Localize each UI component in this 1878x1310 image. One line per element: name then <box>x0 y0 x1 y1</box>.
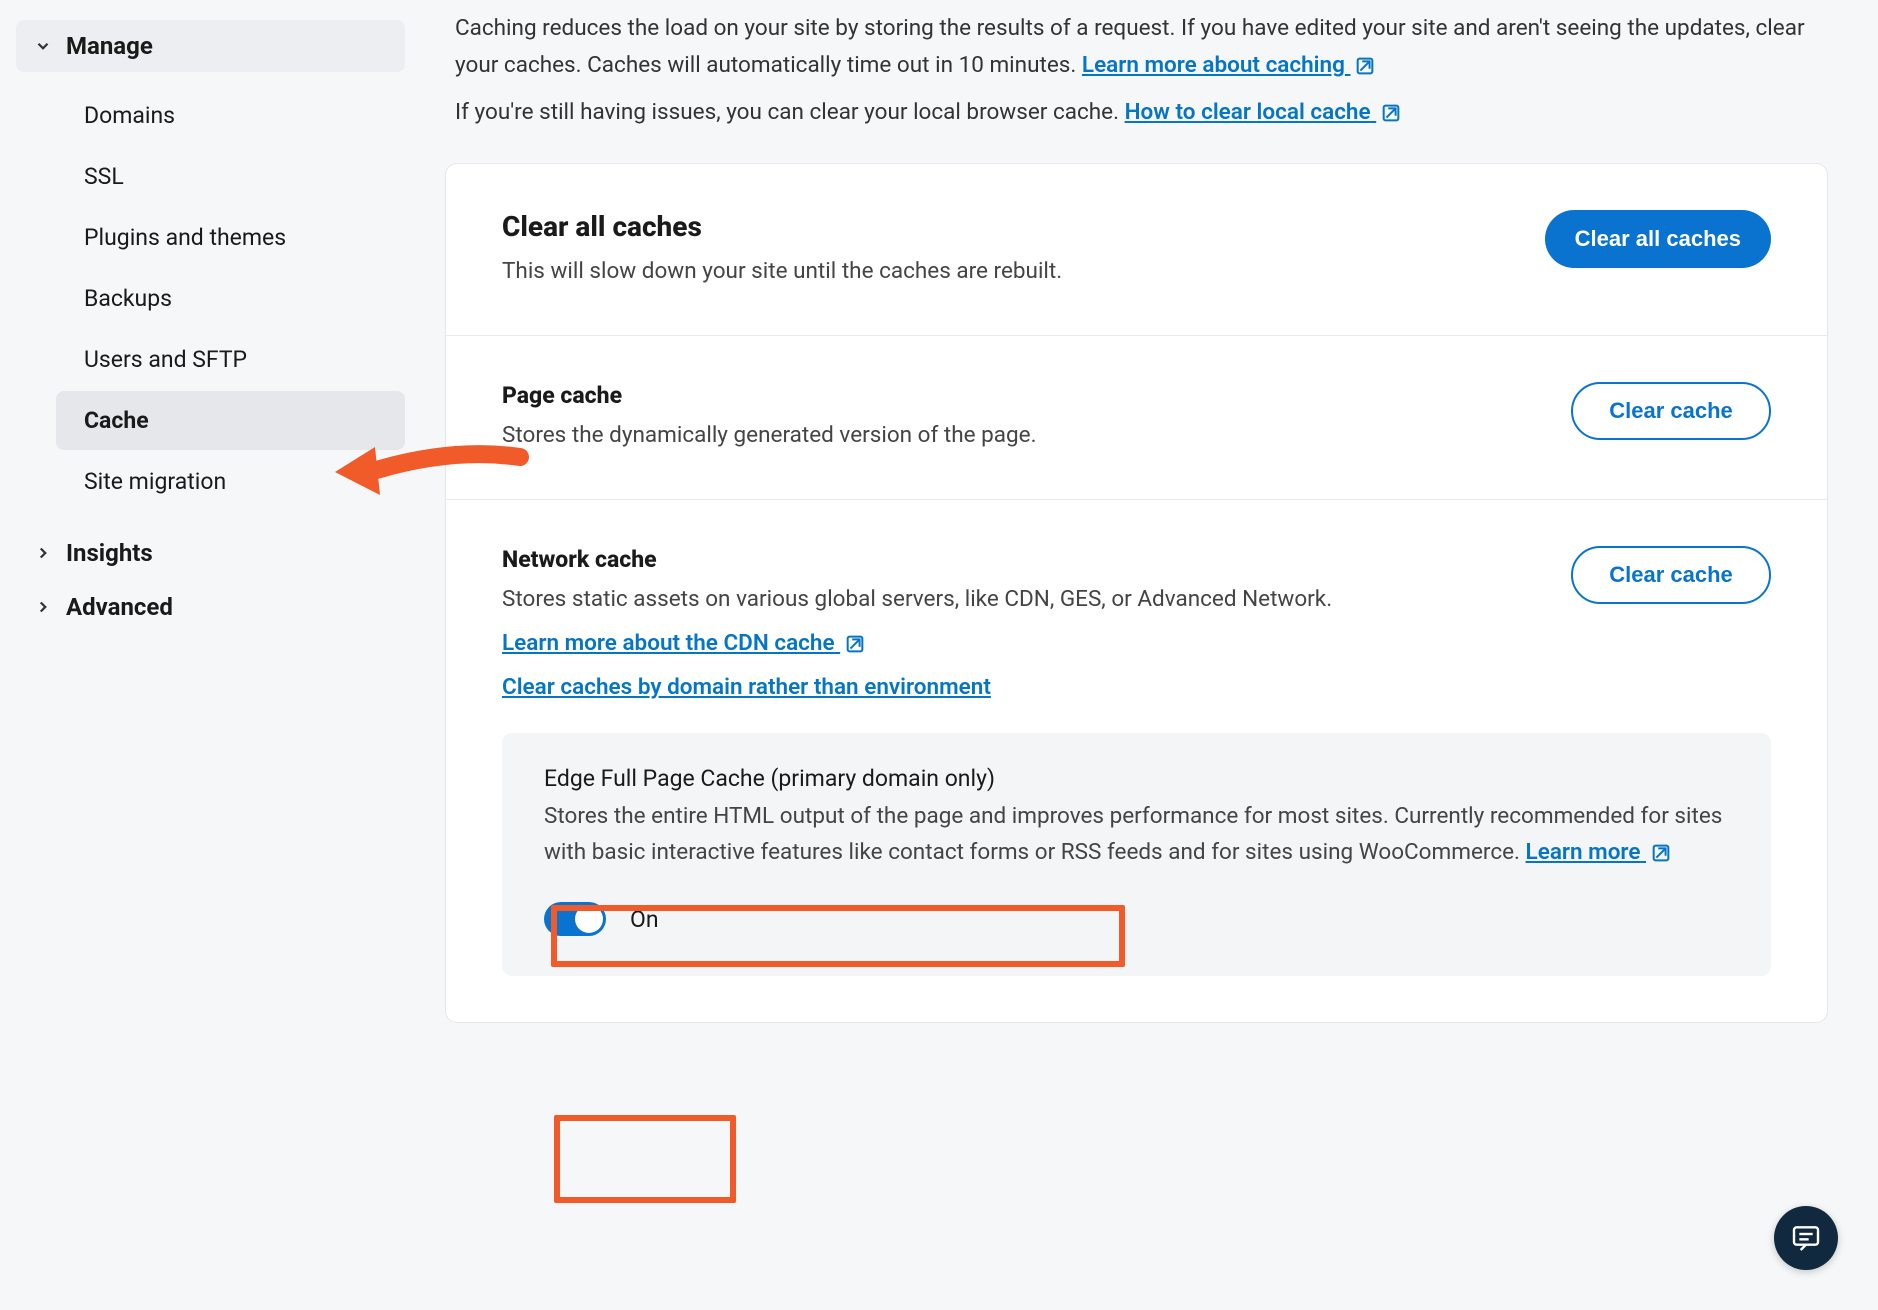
clear-by-domain-link[interactable]: Clear caches by domain rather than envir… <box>502 674 991 700</box>
sidebar-item-domains[interactable]: Domains <box>56 86 405 145</box>
page-cache-heading: Page cache <box>502 382 1531 409</box>
external-link-icon <box>1650 842 1672 864</box>
sidebar-item-migration[interactable]: Site migration <box>56 452 405 511</box>
page-cache-section: Page cache Stores the dynamically genera… <box>446 336 1827 500</box>
sidebar: Manage Domains SSL Plugins and themes Ba… <box>0 0 425 1310</box>
edge-cache-panel: Edge Full Page Cache (primary domain onl… <box>502 733 1771 976</box>
external-link-icon <box>1354 55 1376 77</box>
sidebar-group-manage[interactable]: Manage <box>16 20 405 72</box>
cdn-cache-link[interactable]: Learn more about the CDN cache <box>502 630 866 656</box>
external-link-icon <box>1380 102 1402 124</box>
clear-network-cache-button[interactable]: Clear cache <box>1571 546 1771 604</box>
edge-cache-heading: Edge Full Page Cache (primary domain onl… <box>544 765 1729 792</box>
clear-local-cache-link[interactable]: How to clear local cache <box>1125 99 1403 125</box>
intro-text: Caching reduces the load on your site by… <box>445 0 1828 163</box>
sidebar-item-plugins[interactable]: Plugins and themes <box>56 208 405 267</box>
toggle-knob <box>575 905 603 933</box>
sidebar-group-label: Advanced <box>66 593 173 621</box>
network-cache-section: Network cache Stores static assets on va… <box>446 500 1827 1022</box>
network-cache-heading: Network cache <box>502 546 1531 573</box>
external-link-icon <box>844 633 866 655</box>
sidebar-group-advanced[interactable]: Advanced <box>16 581 405 633</box>
sidebar-item-users[interactable]: Users and SFTP <box>56 330 405 389</box>
chevron-right-icon <box>34 598 52 616</box>
sidebar-manage-items: Domains SSL Plugins and themes Backups U… <box>16 72 405 525</box>
edge-cache-toggle[interactable] <box>544 902 606 936</box>
chat-button[interactable] <box>1774 1206 1838 1270</box>
sidebar-item-ssl[interactable]: SSL <box>56 147 405 206</box>
chevron-right-icon <box>34 544 52 562</box>
main-content: Caching reduces the load on your site by… <box>425 0 1878 1310</box>
clear-all-caches-button[interactable]: Clear all caches <box>1545 210 1771 268</box>
chevron-down-icon <box>34 37 52 55</box>
sidebar-item-cache[interactable]: Cache <box>56 391 405 450</box>
clear-all-desc: This will slow down your site until the … <box>502 253 1505 289</box>
cache-card: Clear all caches This will slow down you… <box>445 163 1828 1023</box>
clear-all-section: Clear all caches This will slow down you… <box>446 164 1827 336</box>
learn-more-caching-link[interactable]: Learn more about caching <box>1082 52 1377 78</box>
clear-all-heading: Clear all caches <box>502 210 1505 243</box>
clear-page-cache-button[interactable]: Clear cache <box>1571 382 1771 440</box>
sidebar-group-label: Insights <box>66 539 153 567</box>
intro-line2: If you're still having issues, you can c… <box>455 99 1125 125</box>
chat-icon <box>1790 1222 1822 1254</box>
edge-cache-toggle-label: On <box>630 906 659 933</box>
page-cache-desc: Stores the dynamically generated version… <box>502 417 1531 453</box>
sidebar-group-insights[interactable]: Insights <box>16 527 405 579</box>
sidebar-group-label: Manage <box>66 32 153 60</box>
edge-learn-more-link[interactable]: Learn more <box>1526 839 1672 865</box>
network-cache-desc: Stores static assets on various global s… <box>502 581 1531 617</box>
edge-cache-desc: Stores the entire HTML output of the pag… <box>544 798 1729 870</box>
sidebar-item-backups[interactable]: Backups <box>56 269 405 328</box>
